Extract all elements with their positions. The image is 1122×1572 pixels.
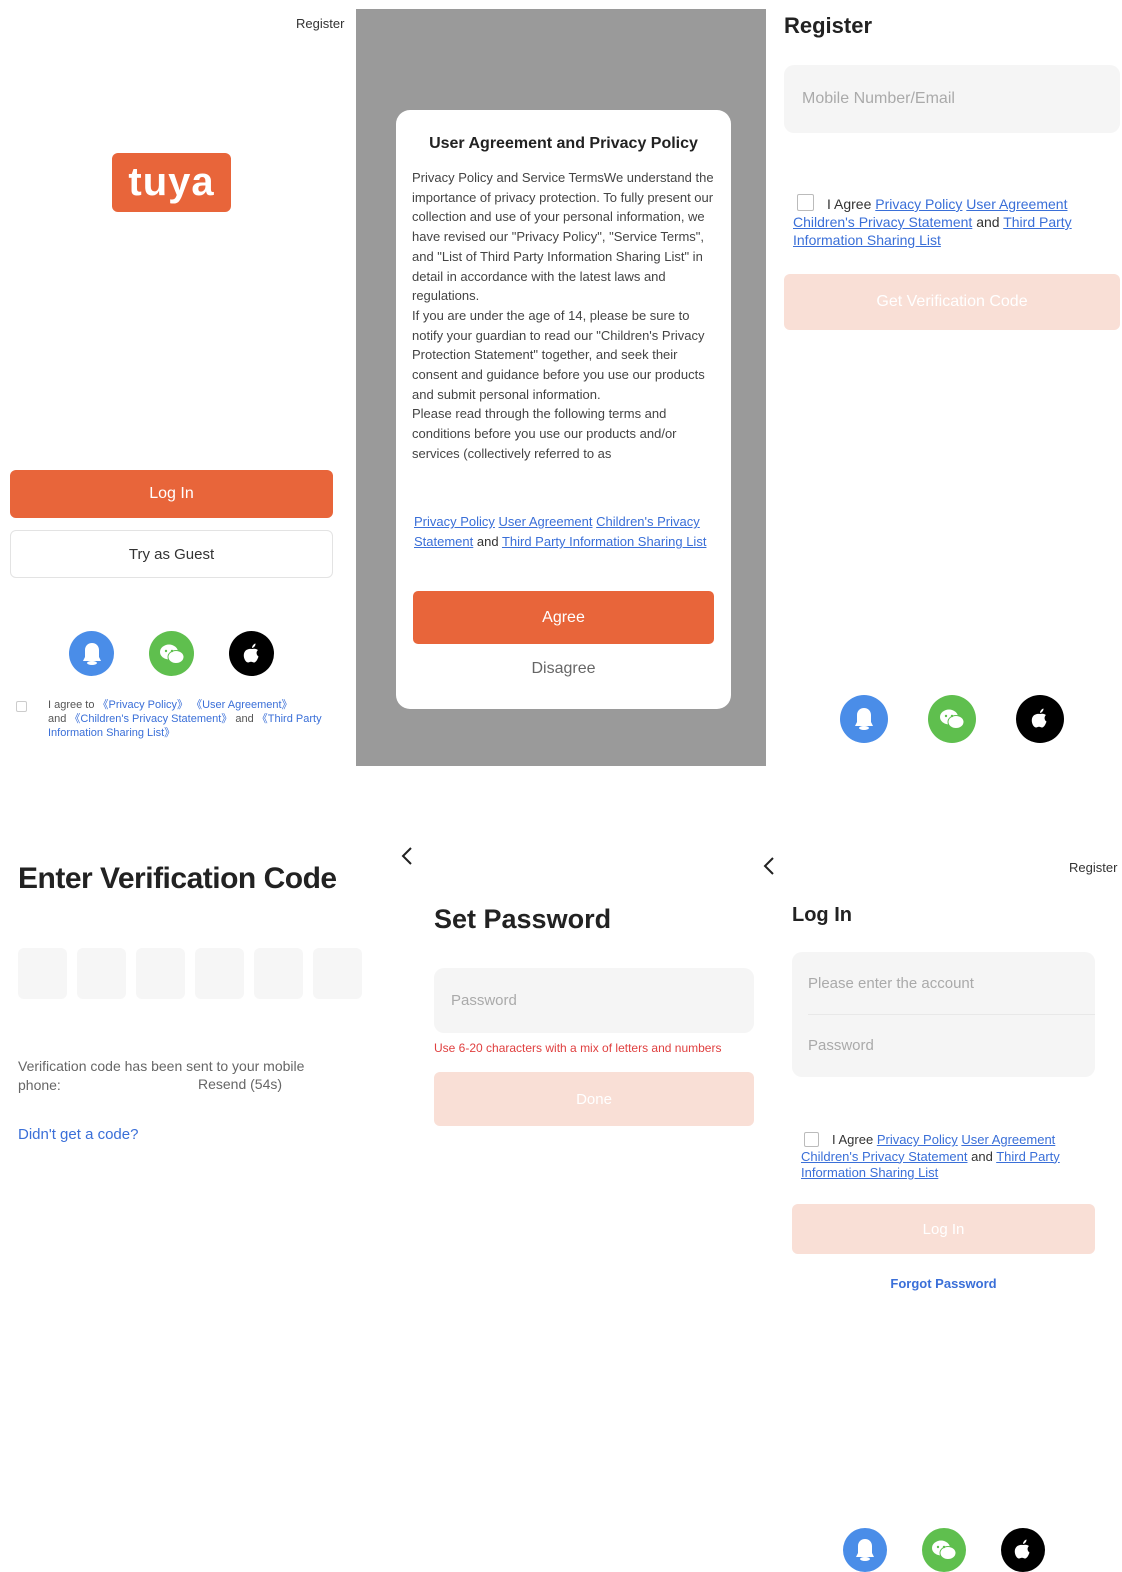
disagree-button-label: Disagree xyxy=(531,660,596,677)
password-hint: Use 6-20 characters with a mix of letter… xyxy=(434,1041,722,1055)
privacy-dialog: User Agreement and Privacy Policy Privac… xyxy=(396,110,731,709)
agree-button-label: Agree xyxy=(542,608,585,626)
screen-verification: Enter Verification Code Verification cod… xyxy=(0,820,380,1568)
screen-register: Register Mobile Number/Email I Agree Pri… xyxy=(766,0,1122,766)
account-input[interactable]: Please enter the account xyxy=(792,952,1095,1014)
done-button-label: Done xyxy=(576,1090,612,1108)
password-placeholder: Password xyxy=(808,1037,874,1054)
dialog-links: Privacy Policy User Agreement Children's… xyxy=(414,512,719,552)
dialog-title: User Agreement and Privacy Policy xyxy=(429,135,698,152)
agree-and: and xyxy=(967,1148,997,1164)
login-button-label: Log In xyxy=(149,485,194,502)
account-placeholder: Please enter the account xyxy=(808,975,974,992)
get-code-label: Get Verification Code xyxy=(876,293,1028,310)
privacy-policy-link[interactable]: Privacy Policy xyxy=(875,196,962,212)
back-button[interactable] xyxy=(401,846,421,874)
qq-login-button[interactable] xyxy=(69,631,114,676)
user-agreement-link[interactable]: User Agreement xyxy=(499,514,593,529)
user-agreement-link[interactable]: User Agreement xyxy=(961,1132,1055,1147)
qq-login-button[interactable] xyxy=(840,695,888,743)
wechat-login-button[interactable] xyxy=(928,695,976,743)
code-sent-text: Verification code has been sent to your … xyxy=(18,1058,305,1093)
apple-login-button[interactable] xyxy=(1001,1528,1045,1572)
login-button[interactable]: Log In xyxy=(792,1204,1095,1254)
page-title: Set Password xyxy=(434,904,612,934)
third-party-link[interactable]: Third Party Information Sharing List xyxy=(502,534,706,549)
code-box[interactable] xyxy=(136,948,185,999)
agree-and: and xyxy=(232,713,257,725)
password-input[interactable]: Password xyxy=(434,968,754,1033)
privacy-policy-link[interactable]: Privacy Policy xyxy=(877,1132,958,1147)
apple-icon xyxy=(1014,1539,1030,1559)
code-box[interactable] xyxy=(254,948,303,999)
code-box[interactable] xyxy=(195,948,244,999)
login-button-label: Log In xyxy=(922,1220,965,1238)
apple-login-button[interactable] xyxy=(229,631,274,676)
wechat-icon xyxy=(159,644,184,664)
children-privacy-link[interactable]: Children's Privacy Statement xyxy=(793,214,972,230)
user-agreement-link[interactable]: User Agreement xyxy=(966,196,1067,212)
agree-button[interactable]: Agree xyxy=(413,591,714,644)
guest-button-label: Try as Guest xyxy=(128,545,215,563)
register-link[interactable]: Register xyxy=(296,16,344,31)
register-link[interactable]: Register xyxy=(1069,860,1117,875)
privacy-policy-link[interactable]: Privacy Policy xyxy=(414,514,495,529)
logo-text: tuya xyxy=(128,160,215,204)
page-title: Log In xyxy=(792,904,852,926)
wechat-icon xyxy=(932,1540,957,1560)
agree-statement: I agree to 《Privacy Policy》 《User Agreem… xyxy=(48,698,328,740)
user-agreement-link[interactable]: 《User Agreement》 xyxy=(191,699,292,711)
done-button[interactable]: Done xyxy=(434,1072,754,1126)
resend-countdown[interactable]: Resend (54s) xyxy=(198,1076,282,1092)
forgot-password-link[interactable]: Forgot Password xyxy=(792,1276,1095,1291)
agree-and: and xyxy=(48,713,70,725)
children-privacy-link[interactable]: 《Children's Privacy Statement》 xyxy=(69,713,232,725)
wechat-icon xyxy=(940,709,965,729)
tuya-logo: tuya xyxy=(112,153,231,212)
bell-icon xyxy=(855,708,873,730)
links-and: and xyxy=(473,534,502,549)
agree-statement: I Agree Privacy Policy User Agreement Ch… xyxy=(801,1132,1101,1182)
page-title: Register xyxy=(784,13,873,38)
wechat-login-button[interactable] xyxy=(149,631,194,676)
chevron-left-icon xyxy=(401,847,412,865)
chevron-left-icon xyxy=(763,857,774,875)
screen-set-password: Set Password Password Use 6-20 character… xyxy=(385,820,765,1568)
screen-welcome: Register tuya Log In Try as Guest I agre… xyxy=(0,0,356,766)
agree-and: and xyxy=(972,214,1004,230)
agree-checkbox[interactable] xyxy=(16,701,27,712)
password-input[interactable]: Password xyxy=(792,1015,1095,1077)
dialog-body-text: Privacy Policy and Service TermsWe under… xyxy=(412,170,714,461)
bell-icon xyxy=(856,1539,874,1561)
code-boxes xyxy=(18,948,363,999)
agree-prefix: I Agree xyxy=(832,1132,877,1147)
try-as-guest-button[interactable]: Try as Guest xyxy=(10,530,333,578)
qq-login-button[interactable] xyxy=(843,1528,887,1572)
page-title: Enter Verification Code xyxy=(18,862,337,895)
get-verification-code-button[interactable]: Get Verification Code xyxy=(784,274,1120,330)
apple-login-button[interactable] xyxy=(1016,695,1064,743)
back-button[interactable] xyxy=(763,856,783,884)
login-button[interactable]: Log In xyxy=(10,470,333,518)
privacy-policy-link[interactable]: 《Privacy Policy》 xyxy=(98,699,188,711)
apple-icon xyxy=(243,643,258,662)
bell-icon xyxy=(82,642,101,665)
agree-statement: I Agree Privacy Policy User Agreement Ch… xyxy=(793,195,1113,249)
agree-prefix: I Agree xyxy=(827,196,876,212)
agree-prefix: I agree to xyxy=(48,699,98,711)
disagree-button[interactable]: Disagree xyxy=(413,660,714,684)
password-placeholder: Password xyxy=(451,992,517,1009)
apple-icon xyxy=(1031,708,1047,728)
mobile-email-input[interactable]: Mobile Number/Email xyxy=(784,65,1120,133)
code-box[interactable] xyxy=(77,948,126,999)
mobile-email-placeholder: Mobile Number/Email xyxy=(802,90,955,107)
code-box[interactable] xyxy=(18,948,67,999)
screen-privacy-modal: User Agreement and Privacy Policy Privac… xyxy=(356,9,766,766)
code-box[interactable] xyxy=(313,948,362,999)
login-form: Please enter the account Password xyxy=(792,952,1095,1077)
wechat-login-button[interactable] xyxy=(922,1528,966,1572)
children-privacy-link[interactable]: Children's Privacy Statement xyxy=(801,1149,968,1164)
screen-login: Register Log In Please enter the account… xyxy=(763,820,1122,1572)
didnt-get-code-link[interactable]: Didn't get a code? xyxy=(18,1126,138,1143)
